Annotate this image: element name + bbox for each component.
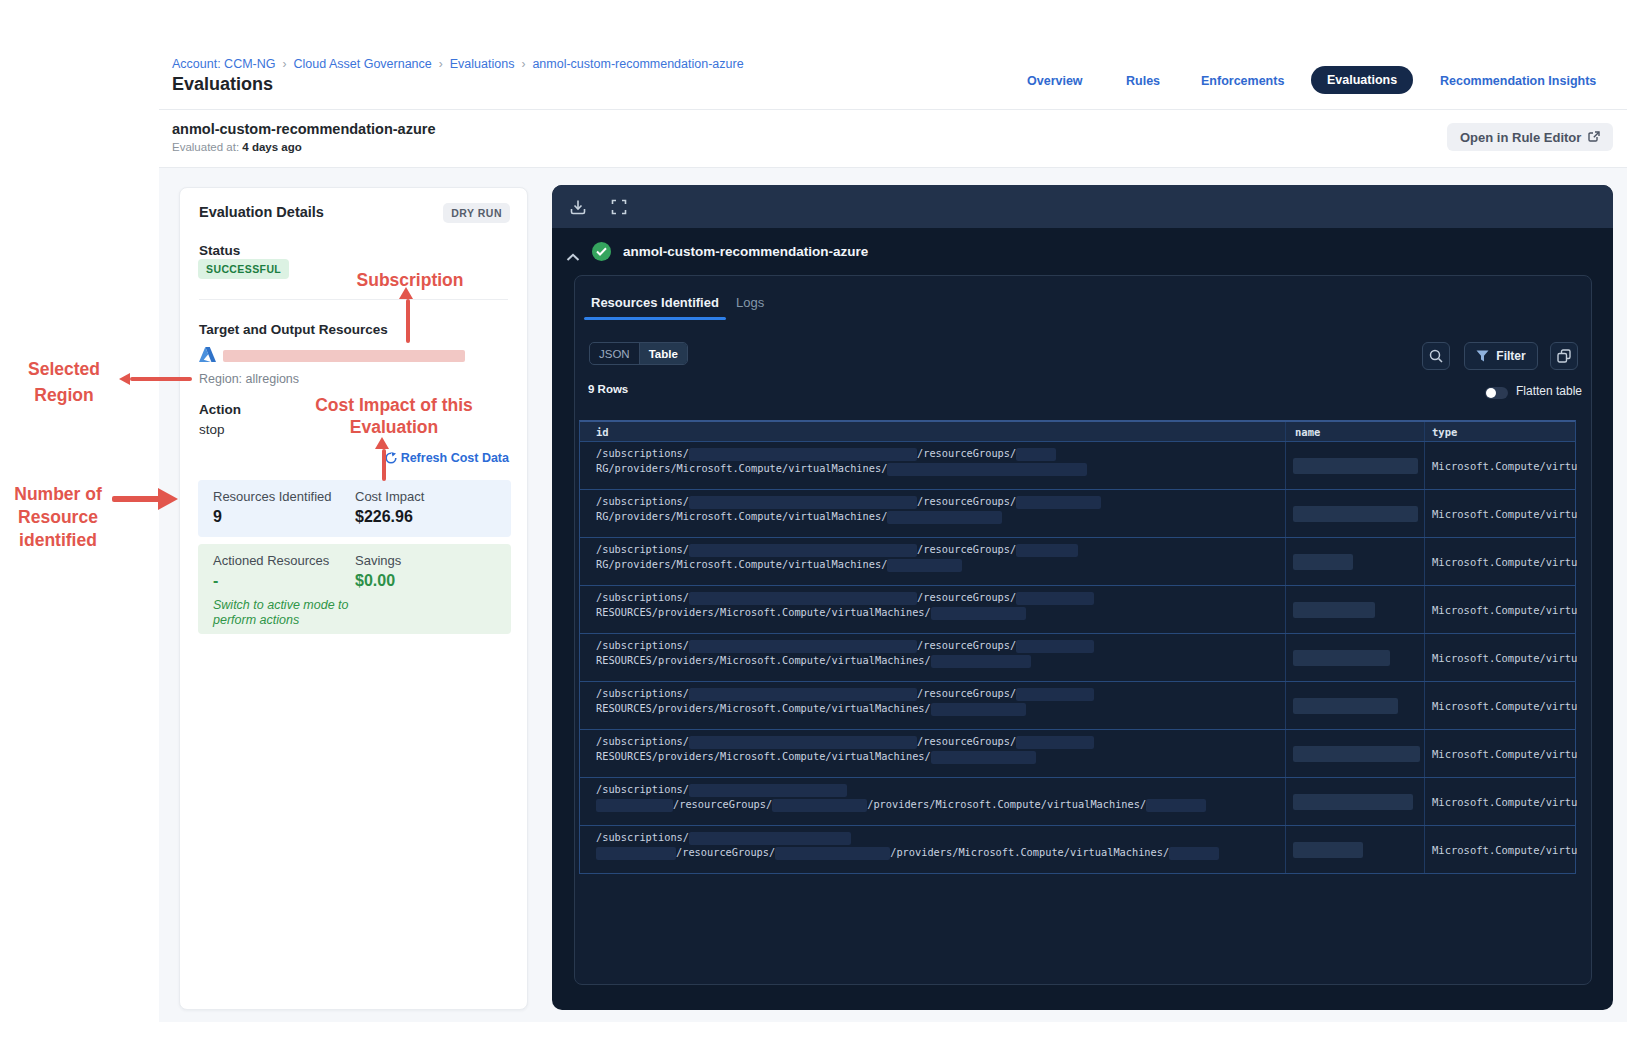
- name-redaction-bar: [1293, 554, 1353, 570]
- rows-count: 9 Rows: [588, 383, 628, 395]
- view-toggle-table[interactable]: Table: [639, 343, 687, 364]
- table-row[interactable]: /subscriptions//resourceGroups//provider…: [580, 777, 1575, 825]
- annotation-resources-arrow: [112, 496, 160, 502]
- view-toggle-json[interactable]: JSON: [590, 343, 639, 364]
- tab-logs[interactable]: Logs: [736, 295, 764, 310]
- actioned-resources-value: -: [213, 572, 218, 590]
- action-value: stop: [199, 422, 225, 437]
- dry-run-badge: DRY RUN: [443, 203, 510, 223]
- evaluation-output-panel: anmol-custom-recommendation-azure Resour…: [552, 185, 1613, 1010]
- name-redaction-bar: [1293, 698, 1398, 714]
- annotation-cost-impact: Cost Impact of thisEvaluation: [310, 394, 478, 438]
- savings-value: $0.00: [355, 572, 395, 590]
- evaluated-at: Evaluated at: 4 days ago: [172, 141, 302, 153]
- table-row[interactable]: /subscriptions//resourceGroups//provider…: [580, 825, 1575, 873]
- name-redaction-bar: [1293, 506, 1418, 522]
- rule-title: anmol-custom-recommendation-azure: [172, 121, 435, 137]
- subscription-redaction-bar: [223, 350, 465, 362]
- annotation-region-arrow: [130, 377, 192, 381]
- table-row[interactable]: /subscriptions//resourceGroups/RG/provid…: [580, 537, 1575, 585]
- name-redaction-bar: [1293, 842, 1363, 858]
- resources-identified-value: 9: [213, 508, 222, 526]
- resources-cost-box: Resources Identified 9 Cost Impact $226.…: [198, 480, 511, 537]
- copy-button[interactable]: [1550, 342, 1578, 370]
- resources-identified-label: Resources Identified: [213, 489, 332, 504]
- name-redaction-bar: [1293, 458, 1418, 474]
- panel-rule-title[interactable]: anmol-custom-recommendation-azure: [623, 244, 868, 259]
- search-button[interactable]: [1422, 342, 1450, 370]
- action-label: Action: [199, 402, 241, 417]
- column-type[interactable]: type: [1424, 422, 1577, 441]
- cost-impact-value: $226.96: [355, 508, 413, 526]
- table-row[interactable]: /subscriptions//resourceGroups/RG/provid…: [580, 489, 1575, 537]
- annotation-cost-arrow: [382, 449, 386, 481]
- flatten-table-toggle[interactable]: [1485, 387, 1508, 399]
- target-resources-label: Target and Output Resources: [199, 322, 388, 337]
- view-toggle: JSON Table: [589, 342, 688, 365]
- status-label: Status: [199, 243, 240, 258]
- download-icon[interactable]: [570, 199, 586, 215]
- evaluation-details-card: Evaluation Details DRY RUN Status SUCCES…: [179, 187, 528, 1010]
- refresh-icon: [385, 452, 397, 464]
- resources-table: id name type /subscriptions//resourceGro…: [579, 420, 1576, 874]
- nav-enforcements[interactable]: Enforcements: [1201, 74, 1284, 88]
- open-in-rule-editor-button[interactable]: Open in Rule Editor: [1447, 123, 1613, 151]
- card-divider: [199, 299, 508, 300]
- top-nav: Overview Rules Enforcements Evaluations …: [159, 0, 1627, 110]
- evaluation-details-title: Evaluation Details: [199, 204, 324, 220]
- annotation-subscription-arrow: [406, 299, 410, 343]
- nav-evaluations[interactable]: Evaluations: [1311, 66, 1413, 94]
- name-redaction-bar: [1293, 746, 1420, 762]
- flatten-table-label: Flatten table: [1516, 384, 1582, 398]
- resource-table-body: /subscriptions//resourceGroups/RG/provid…: [580, 441, 1575, 873]
- name-redaction-bar: [1293, 794, 1413, 810]
- column-name[interactable]: name: [1285, 422, 1424, 441]
- status-badge: SUCCESSFUL: [198, 259, 289, 279]
- actioned-resources-label: Actioned Resources: [213, 553, 329, 568]
- name-redaction-bar: [1293, 602, 1375, 618]
- external-link-icon: [1588, 131, 1600, 143]
- annotation-number-resources: Number ofResourceidentified: [6, 483, 110, 552]
- savings-label: Savings: [355, 553, 401, 568]
- annotation-selected-region: SelectedRegion: [14, 356, 114, 408]
- table-row[interactable]: /subscriptions//resourceGroups/RESOURCES…: [580, 585, 1575, 633]
- switch-mode-note: Switch to active mode toperform actions: [213, 598, 348, 628]
- collapse-chevron-icon[interactable]: [566, 248, 580, 266]
- azure-icon: [199, 347, 216, 362]
- cost-impact-label: Cost Impact: [355, 489, 424, 504]
- table-row[interactable]: /subscriptions//resourceGroups/RESOURCES…: [580, 633, 1575, 681]
- name-redaction-bar: [1293, 650, 1390, 666]
- table-header: id name type: [580, 422, 1575, 441]
- tab-resources-identified[interactable]: Resources Identified: [591, 295, 719, 310]
- results-card: Resources Identified Logs JSON Table Fil…: [574, 275, 1592, 985]
- column-id[interactable]: id: [580, 422, 1285, 441]
- content-area: Account: CCM-NG›Cloud Asset Governance›E…: [159, 0, 1627, 1022]
- active-tab-underline: [584, 317, 726, 320]
- filter-icon: [1476, 350, 1489, 362]
- fullscreen-icon[interactable]: [611, 199, 627, 215]
- region-value: Region: allregions: [199, 372, 299, 386]
- table-row[interactable]: /subscriptions//resourceGroups/RG/provid…: [580, 441, 1575, 489]
- nav-recommendation-insights[interactable]: Recommendation Insights: [1440, 74, 1596, 88]
- header-divider: [159, 109, 1627, 110]
- actioned-savings-box: Actioned Resources - Savings $0.00 Switc…: [198, 544, 511, 634]
- table-row[interactable]: /subscriptions//resourceGroups/RESOURCES…: [580, 681, 1575, 729]
- refresh-cost-data-link[interactable]: Refresh Cost Data: [385, 451, 509, 465]
- filter-button[interactable]: Filter: [1464, 342, 1538, 370]
- panel-toolbar: [552, 185, 1613, 228]
- success-check-icon: [592, 242, 611, 261]
- nav-rules[interactable]: Rules: [1126, 74, 1160, 88]
- table-row[interactable]: /subscriptions//resourceGroups/RESOURCES…: [580, 729, 1575, 777]
- nav-overview[interactable]: Overview: [1027, 74, 1083, 88]
